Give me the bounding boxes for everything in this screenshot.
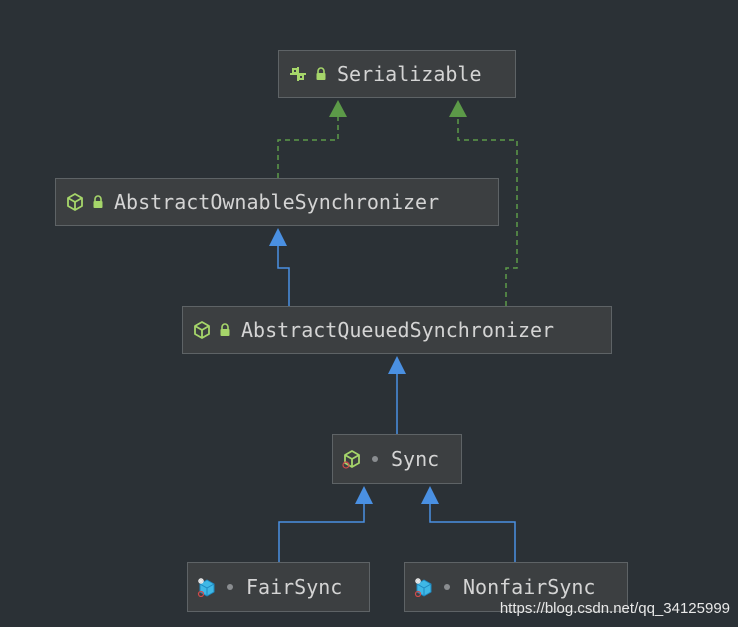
package-private-dot-icon xyxy=(439,577,455,597)
lock-icon xyxy=(90,192,106,212)
edge-sync-extends-aqs xyxy=(388,356,406,434)
node-label: FairSync xyxy=(246,575,343,599)
node-label: Serializable xyxy=(337,62,482,86)
class-icon xyxy=(196,576,218,598)
node-fair-sync[interactable]: FairSync xyxy=(187,562,370,612)
node-serializable[interactable]: Serializable xyxy=(278,50,516,98)
abstract-class-icon xyxy=(341,448,363,470)
interface-icon xyxy=(287,63,309,85)
package-private-dot-icon xyxy=(222,577,238,597)
package-private-dot-icon xyxy=(367,449,383,469)
lock-icon xyxy=(313,64,329,84)
edge-nonfairsync-extends-sync xyxy=(421,486,516,562)
node-label: AbstractOwnableSynchronizer xyxy=(114,190,440,214)
node-label: Sync xyxy=(391,447,440,471)
edge-fairsync-extends-sync xyxy=(278,486,373,562)
node-abstract-ownable-synchronizer[interactable]: AbstractOwnableSynchronizer xyxy=(55,178,499,226)
edge-aos-implements-serializable xyxy=(277,100,347,178)
node-abstract-queued-synchronizer[interactable]: AbstractQueuedSynchronizer xyxy=(182,306,612,354)
node-label: NonfairSync xyxy=(463,575,596,599)
watermark: https://blog.csdn.net/qq_34125999 xyxy=(499,600,730,617)
edge-aqs-extends-aos xyxy=(269,228,290,306)
node-sync[interactable]: Sync xyxy=(332,434,462,484)
abstract-class-icon xyxy=(191,319,213,341)
lock-icon xyxy=(217,320,233,340)
node-label: AbstractQueuedSynchronizer xyxy=(241,318,555,342)
class-icon xyxy=(413,576,435,598)
abstract-class-icon xyxy=(64,191,86,213)
